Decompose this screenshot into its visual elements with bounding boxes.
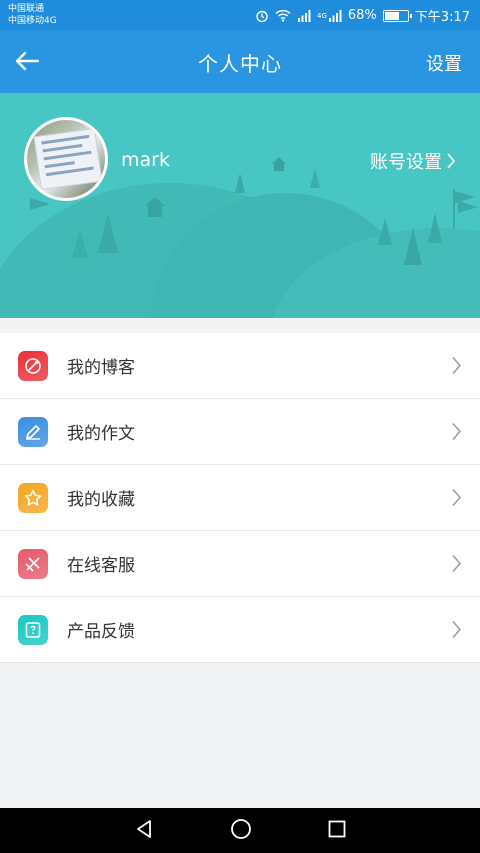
username: mark	[121, 149, 170, 171]
account-settings-link[interactable]: 账号设置	[370, 148, 456, 174]
nav-home-icon[interactable]	[230, 818, 252, 844]
menu-item-label: 我的收藏	[67, 490, 135, 510]
wifi-icon	[275, 9, 291, 22]
account-settings-label: 账号设置	[370, 152, 442, 173]
signal-icon-sim2	[328, 9, 342, 22]
blog-icon	[18, 350, 48, 381]
menu-item-label: 我的作文	[67, 424, 135, 444]
feedback-icon	[18, 614, 48, 645]
star-icon	[18, 482, 48, 513]
system-nav-bar	[0, 808, 480, 853]
status-bar: 中国联通 中国移动4G 4G 68% 下午3:17	[0, 0, 480, 30]
menu-item-label: 在线客服	[67, 556, 135, 576]
chevron-right-icon	[452, 621, 461, 638]
page-title: 个人中心	[198, 52, 282, 76]
avatar-photo	[33, 127, 103, 191]
carrier-info: 中国联通 中国移动4G	[8, 3, 57, 27]
menu-item-label: 我的博客	[67, 358, 135, 378]
settings-button[interactable]: 设置	[426, 50, 462, 76]
carrier-2: 中国移动4G	[8, 16, 57, 26]
menu-item[interactable]: 我的作文	[0, 399, 480, 465]
network-type-label: 4G	[317, 11, 327, 20]
nav-recents-icon[interactable]	[328, 820, 346, 842]
menu-item[interactable]: 我的博客	[0, 333, 480, 399]
chevron-right-icon	[452, 357, 461, 374]
menu-item[interactable]: 产品反馈	[0, 597, 480, 663]
nav-back-icon[interactable]	[134, 819, 154, 843]
chevron-right-icon	[452, 489, 461, 506]
essay-pen-icon	[18, 416, 48, 447]
signal-icon-sim1	[297, 9, 311, 22]
chevron-right-icon	[452, 555, 461, 572]
menu-list: 我的博客我的作文我的收藏在线客服产品反馈	[0, 333, 480, 663]
battery-percent: 68%	[347, 8, 377, 23]
top-nav-bar: 个人中心 设置	[0, 30, 480, 93]
customer-service-icon	[18, 548, 48, 579]
status-icons: 4G 68% 下午3:17	[255, 6, 470, 25]
chevron-right-icon	[452, 423, 461, 440]
menu-item[interactable]: 我的收藏	[0, 465, 480, 531]
alarm-icon	[255, 9, 269, 23]
chevron-right-icon	[447, 153, 456, 169]
avatar[interactable]	[24, 117, 108, 201]
clock: 下午3:17	[414, 10, 470, 25]
carrier-1: 中国联通	[8, 4, 45, 14]
menu-item[interactable]: 在线客服	[0, 531, 480, 597]
menu-item-label: 产品反馈	[67, 622, 135, 642]
battery-level-fill	[384, 11, 400, 20]
profile-banner: mark 账号设置	[0, 93, 480, 318]
battery-icon	[382, 9, 412, 22]
